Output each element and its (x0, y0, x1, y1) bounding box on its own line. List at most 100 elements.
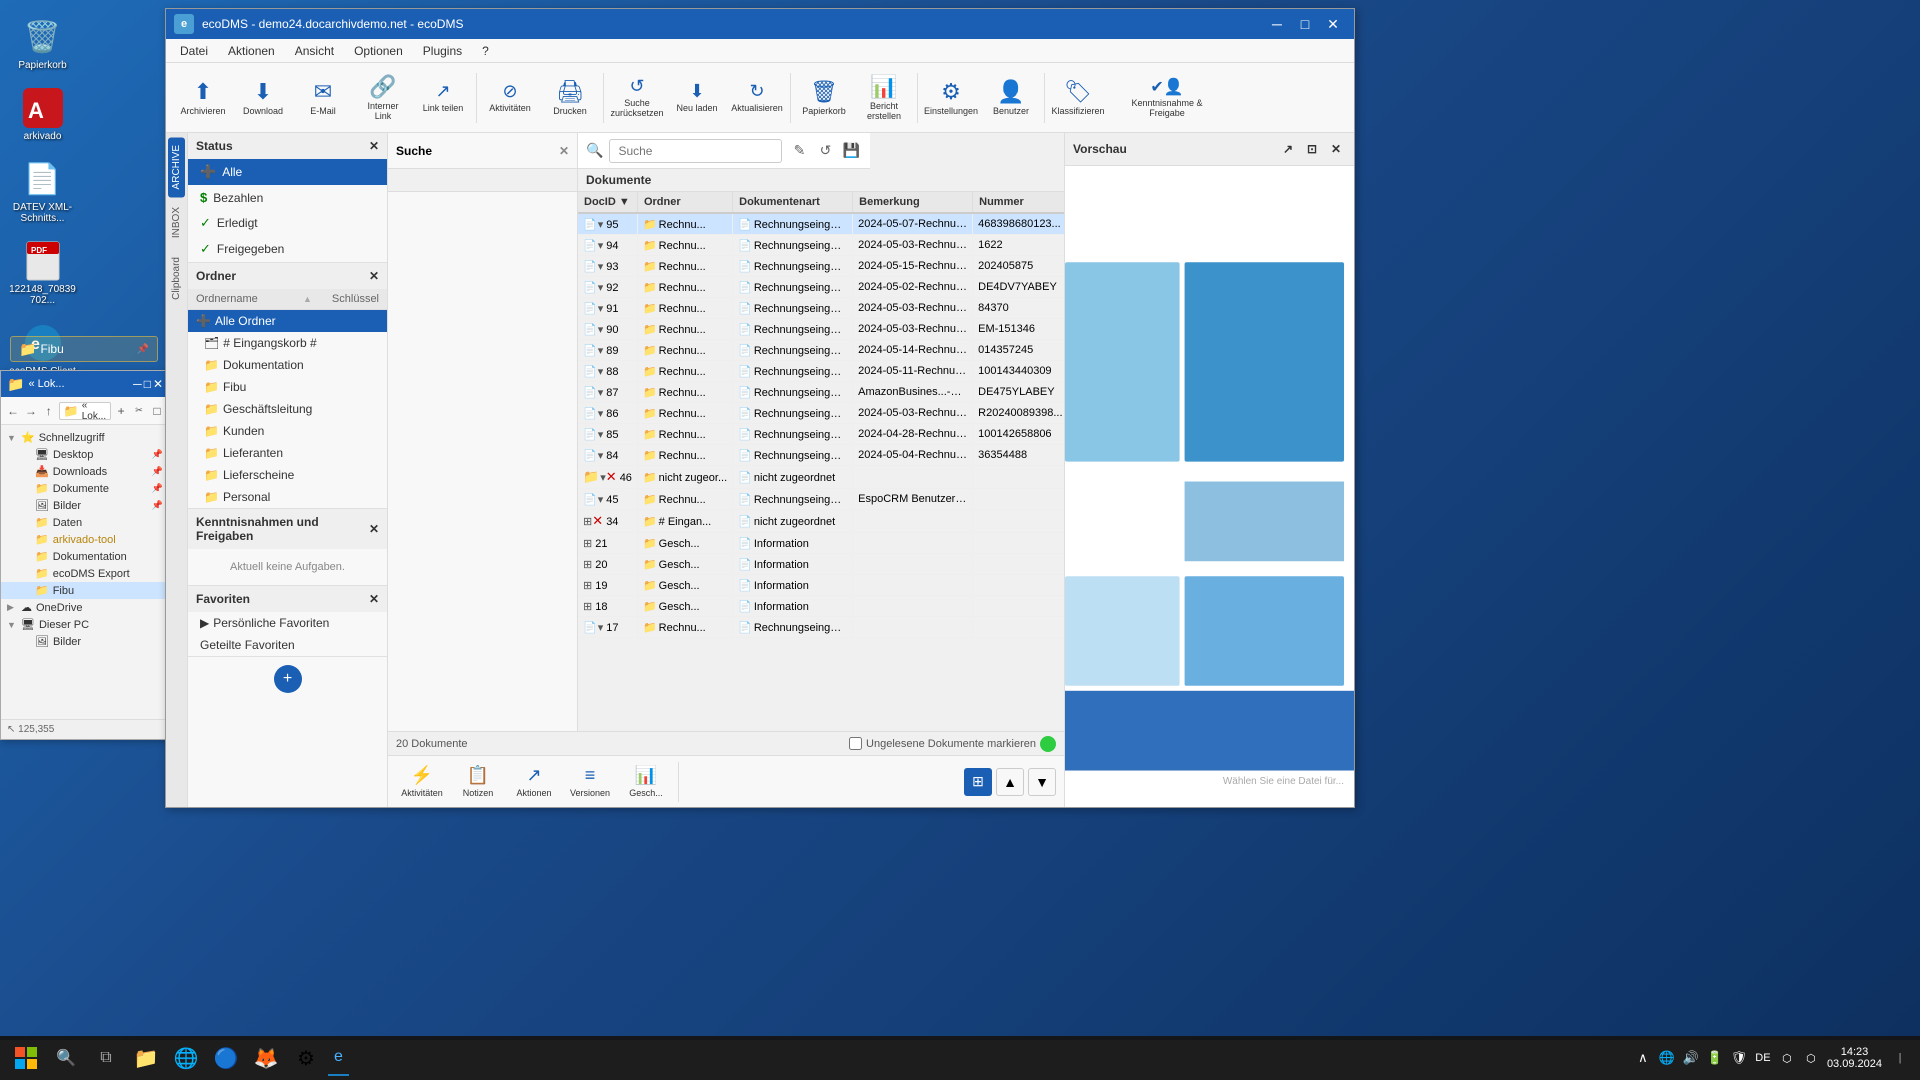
table-row[interactable]: 📄▾ 93📁Rechnu...📄Rechnungseingang2024-05-… (578, 256, 1064, 277)
tool-klassifizieren[interactable]: 🏷 Klassifizieren (1049, 68, 1107, 128)
tool-kenntnisnahme[interactable]: ✔👤 Kenntnisnahme & Freigabe (1117, 68, 1217, 128)
taskbar-chrome[interactable]: 🔵 (208, 1040, 244, 1076)
download-arrow[interactable]: ▾ (598, 622, 604, 634)
exp-arkivado-tool[interactable]: 📁 arkivado-tool (1, 531, 169, 548)
vert-tab-archive[interactable]: ARCHIVE (168, 137, 185, 197)
table-row[interactable]: 📄▾ 95📁Rechnu...📄Rechnungseingang2024-05-… (578, 213, 1064, 235)
view-down-button[interactable]: ▼ (1028, 768, 1056, 796)
tool-aktivitaeten[interactable]: ⊘ Aktivitäten (481, 68, 539, 128)
table-row[interactable]: ⊞ 21📁Gesch...📄InformationAlbrecht Dürer … (578, 533, 1064, 554)
menu-plugins[interactable]: Plugins (413, 42, 472, 60)
search-edit-icon[interactable]: ✎ (788, 140, 810, 162)
tool-interner-link[interactable]: 🔗 Interner Link (354, 68, 412, 128)
tool-aktualisieren[interactable]: ↻ Aktualisieren (728, 68, 786, 128)
table-row[interactable]: ⊞ 18📁Gesch...📄InformationPrivatbrauerei … (578, 596, 1064, 617)
table-row[interactable]: 📄▾ 84📁Rechnu...📄Rechnungseingang2024-05-… (578, 445, 1064, 466)
table-row[interactable]: ⊞✕ 34📁# Eingan...📄nicht zugeordnet (578, 510, 1064, 533)
exp-new[interactable]: + (113, 400, 129, 422)
download-arrow[interactable]: ▾ (598, 429, 604, 441)
favoriten-close-button[interactable]: ✕ (369, 592, 379, 606)
bottom-versionen[interactable]: ≡ Versionen (564, 760, 616, 804)
exp-quickaccess[interactable]: ▼ ⭐ Schnellzugriff (1, 429, 169, 446)
download-arrow[interactable]: ▾ (598, 408, 604, 420)
table-row[interactable]: 📁▾✕ 46📁nicht zugeor...📄nicht zugeordnetA… (578, 466, 1064, 489)
taskbar-search[interactable]: 🔍 (48, 1040, 84, 1076)
preview-external-link[interactable]: ↗ (1278, 139, 1298, 159)
search-panel-close[interactable]: ✕ (559, 144, 569, 158)
ordner-geschaeftsleitung[interactable]: 📁 Geschäftsleitung (188, 398, 387, 420)
download-arrow[interactable]: ▾ (598, 366, 604, 378)
systray-lang[interactable]: DE (1753, 1048, 1773, 1068)
exp-desktop[interactable]: 🖥 Desktop 📌 (1, 446, 169, 463)
exp-close[interactable]: ✕ (153, 377, 163, 391)
status-erledigt[interactable]: ✓ Erledigt (188, 210, 387, 236)
col-docid[interactable]: DocID ▼ (578, 192, 637, 213)
taskbar-settings[interactable]: ⚙ (288, 1040, 324, 1076)
tool-drucken[interactable]: 🖨 Drucken (541, 68, 599, 128)
search-input[interactable] (609, 139, 782, 163)
fav-geteilte[interactable]: Geteilte Favoriten (188, 634, 387, 656)
exp-copy-icon[interactable]: □ (149, 400, 165, 422)
tool-download[interactable]: ⬇ Download (234, 68, 292, 128)
systray-battery[interactable]: 🔋 (1705, 1048, 1725, 1068)
col-dokumentenart[interactable]: Dokumentenart (733, 192, 853, 213)
ordner-personal[interactable]: 📁 Personal (188, 486, 387, 508)
table-row[interactable]: 📄▾ 90📁Rechnu...📄Rechnungseingang2024-05-… (578, 319, 1064, 340)
kenntnisnahmen-header[interactable]: Kenntnisnahmen und Freigaben ✕ (188, 509, 387, 549)
vert-tab-inbox[interactable]: INBOX (168, 199, 185, 246)
tool-papierkorb[interactable]: 🗑 Papierkorb (795, 68, 853, 128)
restore-button[interactable]: □ (1292, 11, 1318, 37)
ordner-kunden[interactable]: 📁 Kunden (188, 420, 387, 442)
download-arrow[interactable]: ▾ (598, 324, 604, 336)
table-row[interactable]: 📄▾ 86📁Rechnu...📄Rechnungseingang2024-05-… (578, 403, 1064, 424)
table-row[interactable]: 📄▾ 92📁Rechnu...📄Rechnungseingang2024-05-… (578, 277, 1064, 298)
status-header[interactable]: Status ✕ (188, 133, 387, 159)
table-row[interactable]: 📄▾ 88📁Rechnu...📄Rechnungseingang2024-05-… (578, 361, 1064, 382)
bottom-aktionen[interactable]: ↗ Aktionen (508, 760, 560, 804)
taskbar-ff[interactable]: 🦊 (248, 1040, 284, 1076)
exp-dokumentation[interactable]: 📁 Dokumentation (1, 548, 169, 565)
ordner-lieferanten[interactable]: 📁 Lieferanten (188, 442, 387, 464)
minimize-button[interactable]: ─ (1264, 11, 1290, 37)
exp-path-bar[interactable]: 📁 « Lok... (59, 402, 111, 420)
document-table-wrap[interactable]: DocID ▼ Ordner Dokumentenart Bemerkung N… (578, 192, 1064, 731)
download-arrow[interactable]: ▾ (598, 261, 604, 273)
search-save-icon[interactable]: 💾 (840, 140, 862, 162)
tool-link-teilen[interactable]: ↗ Link teilen (414, 68, 472, 128)
bottom-notizen[interactable]: 📋 Notizen (452, 760, 504, 804)
table-row[interactable]: ⊞ 20📁Gesch...📄InformationSchlumberger (U… (578, 554, 1064, 575)
exp-dieser-pc[interactable]: ▼ 🖥 Dieser PC (1, 616, 169, 633)
tool-suche-zuruecksetzen[interactable]: ↺ Suche zurücksetzen (608, 68, 666, 128)
desktop-icon-122148[interactable]: PDF 122148_70839702... (5, 234, 80, 312)
col-ordner[interactable]: Ordner (637, 192, 732, 213)
bottom-aktivitaeten[interactable]: ⚡ Aktivitäten (396, 760, 448, 804)
preview-detach[interactable]: ⊡ (1302, 139, 1322, 159)
systray-extra1[interactable]: ⬡ (1777, 1048, 1797, 1068)
status-freigegeben[interactable]: ✓ Freigegeben (188, 236, 387, 262)
favoriten-header[interactable]: Favoriten ✕ (188, 586, 387, 612)
add-favorite-button[interactable]: + (274, 665, 302, 693)
show-desktop-button[interactable]: | (1888, 1046, 1912, 1070)
ordner-eingangskorb[interactable]: 🗂 # Eingangskorb # (188, 332, 387, 354)
exp-maximize[interactable]: □ (144, 377, 151, 391)
download-arrow[interactable]: ▾ (598, 494, 604, 506)
menu-help[interactable]: ? (472, 42, 499, 60)
kenntnisnahmen-close-button[interactable]: ✕ (369, 522, 379, 536)
close-button[interactable]: ✕ (1320, 11, 1346, 37)
table-row[interactable]: 📄▾ 87📁Rechnu...📄RechnungseingangAmazonBu… (578, 382, 1064, 403)
exp-cut[interactable]: ✂ (131, 400, 147, 422)
menu-ansicht[interactable]: Ansicht (285, 42, 344, 60)
table-row[interactable]: 📄▾ 85📁Rechnu...📄Rechnungseingang2024-04-… (578, 424, 1064, 445)
status-close-button[interactable]: ✕ (369, 139, 379, 153)
tool-neu-laden[interactable]: ⬇ Neu laden (668, 68, 726, 128)
table-row[interactable]: 📄▾ 94📁Rechnu...📄Rechnungseingang2024-05-… (578, 235, 1064, 256)
tool-benutzer[interactable]: 👤 Benutzer (982, 68, 1040, 128)
view-grid-button[interactable]: ⊞ (964, 768, 992, 796)
exp-onedrive[interactable]: ▶ ☁ OneDrive (1, 599, 169, 616)
exp-downloads[interactable]: 📥 Downloads 📌 (1, 463, 169, 480)
download-arrow[interactable]: ▾ (598, 450, 604, 462)
download-arrow[interactable]: ▾ (598, 240, 604, 252)
desktop-icon-arkivado[interactable]: A arkivado (5, 81, 80, 148)
preview-close[interactable]: ✕ (1326, 139, 1346, 159)
taskbar-ecodms-active[interactable]: e (328, 1040, 349, 1076)
